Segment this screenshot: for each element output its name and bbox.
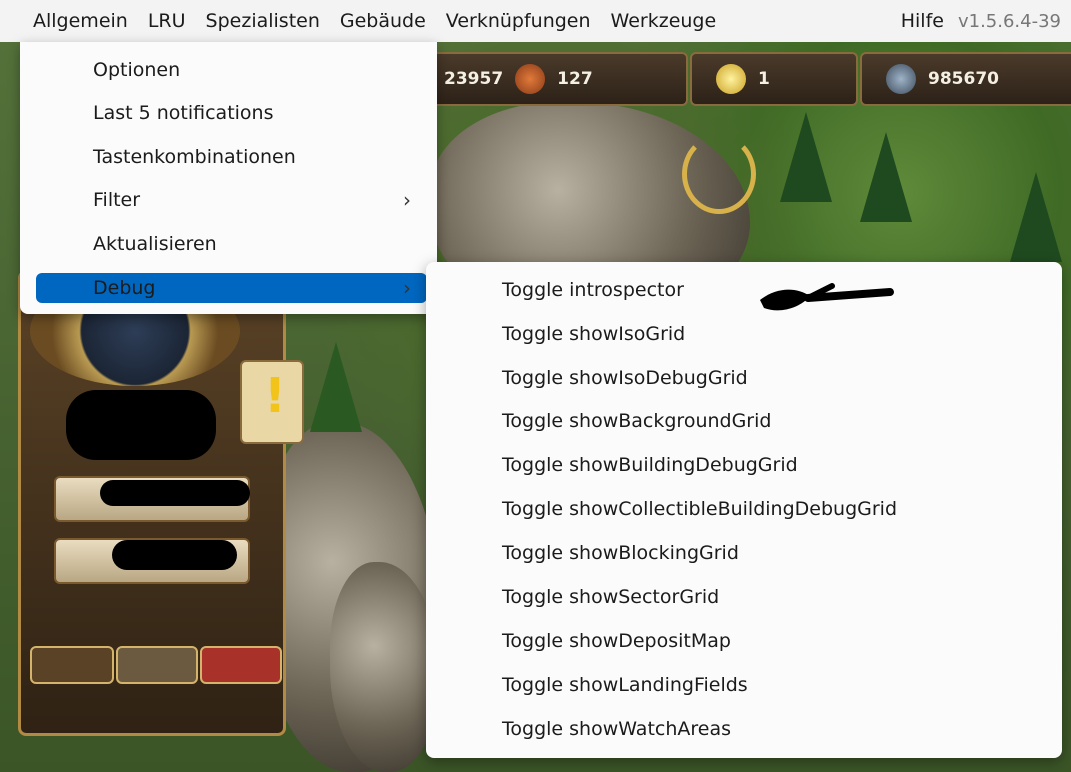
menu-item-label: Toggle showSectorGrid — [502, 586, 720, 608]
tree-icon — [780, 112, 832, 202]
tree-icon — [310, 342, 362, 432]
allgemein-dropdown: Optionen Last 5 notifications Tastenkomb… — [20, 42, 437, 314]
menu-item-toggle-showbuildingdebuggrid[interactable]: Toggle showBuildingDebugGrid — [426, 443, 1062, 487]
quest-scroll-icon[interactable]: ! — [240, 360, 304, 444]
house-icon — [515, 64, 546, 94]
menu-item-label: Toggle showLandingFields — [502, 674, 748, 696]
stars-value: 1 — [758, 69, 770, 89]
menu-item-label: Last 5 notifications — [93, 102, 274, 124]
menu-item-label: Filter — [93, 189, 141, 211]
chevron-right-icon: › — [403, 276, 411, 300]
menu-item-toggle-introspector[interactable]: Toggle introspector — [426, 268, 1062, 312]
menu-hilfe[interactable]: Hilfe — [891, 0, 954, 42]
menu-item-toggle-showdepositmap[interactable]: Toggle showDepositMap — [426, 619, 1062, 663]
redacted-rank — [100, 480, 250, 506]
menu-item-toggle-showwatchareas[interactable]: Toggle showWatchAreas — [426, 707, 1062, 751]
menu-allgemein[interactable]: Allgemein — [0, 0, 138, 42]
menu-item-toggle-showisodebuggrid[interactable]: Toggle showIsoDebugGrid — [426, 356, 1062, 400]
menubar: Allgemein LRU Spezialisten Gebäude Verkn… — [0, 0, 1071, 42]
menu-item-label: Toggle showDepositMap — [502, 630, 731, 652]
menu-item-toggle-showcollectiblebuildingdebuggrid[interactable]: Toggle showCollectibleBuildingDebugGrid — [426, 487, 1062, 531]
redacted-trophy — [112, 540, 237, 570]
redacted-name — [66, 390, 216, 460]
menu-item-toggle-showbackgroundgrid[interactable]: Toggle showBackgroundGrid — [426, 399, 1062, 443]
menu-item-label: Toggle showIsoDebugGrid — [502, 367, 748, 389]
menu-item-label: Toggle showWatchAreas — [502, 718, 732, 740]
menu-item-label: Toggle introspector — [502, 279, 684, 301]
menu-item-aktualisieren[interactable]: Aktualisieren — [20, 222, 437, 266]
buildings-value: 127 — [557, 69, 593, 89]
chevron-right-icon: › — [403, 188, 411, 212]
menu-item-label: Aktualisieren — [93, 233, 217, 255]
menu-item-filter[interactable]: Filter › — [20, 178, 437, 222]
menu-spezialisten[interactable]: Spezialisten — [196, 0, 330, 42]
tree-icon — [860, 132, 912, 222]
panel-settings-button[interactable] — [200, 646, 282, 684]
menu-item-toggle-showlandingfields[interactable]: Toggle showLandingFields — [426, 663, 1062, 707]
menu-item-label: Toggle showCollectibleBuildingDebugGrid — [502, 498, 898, 520]
menu-item-label: Tastenkombinationen — [93, 146, 296, 168]
debug-submenu: Toggle introspector Toggle showIsoGrid T… — [426, 262, 1062, 758]
sparkle-icon — [716, 64, 746, 94]
menu-verknuepfungen[interactable]: Verknüpfungen — [436, 0, 601, 42]
menu-item-label: Toggle showIsoGrid — [502, 323, 686, 345]
menu-item-toggle-showsectorgrid[interactable]: Toggle showSectorGrid — [426, 575, 1062, 619]
hammer-icon — [886, 64, 916, 94]
tools-value: 985670 — [928, 69, 999, 89]
menu-lru[interactable]: LRU — [138, 0, 196, 42]
tree-icon — [1010, 172, 1062, 262]
menu-item-label: Optionen — [93, 59, 181, 81]
resource-bar-tools: 985670 — [860, 52, 1071, 106]
version-label: v1.5.6.4-39 — [957, 10, 1061, 32]
laurel-wreath-icon — [682, 134, 756, 214]
population-value: 23957 — [444, 69, 504, 89]
menu-gebaeude[interactable]: Gebäude — [330, 0, 436, 42]
menu-item-toggle-showblockinggrid[interactable]: Toggle showBlockingGrid — [426, 531, 1062, 575]
menu-item-toggle-showisogrid[interactable]: Toggle showIsoGrid — [426, 312, 1062, 356]
menu-werkzeuge[interactable]: Werkzeuge — [601, 0, 727, 42]
menu-item-label: Debug — [93, 277, 156, 299]
panel-dropdown-button[interactable] — [30, 646, 114, 684]
menu-item-optionen[interactable]: Optionen — [20, 48, 437, 92]
panel-chat-button[interactable] — [116, 646, 198, 684]
resource-bar-population: 23957 127 — [430, 52, 688, 106]
menu-item-debug[interactable]: Debug › — [20, 266, 437, 310]
menu-item-last-5-notifications[interactable]: Last 5 notifications — [20, 91, 437, 135]
resource-bar-stars: 1 — [690, 52, 858, 106]
menu-item-label: Toggle showBuildingDebugGrid — [502, 454, 798, 476]
menu-item-label: Toggle showBackgroundGrid — [502, 410, 772, 432]
menu-item-tastenkombinationen[interactable]: Tastenkombinationen — [20, 135, 437, 179]
annotation-arrow-icon — [760, 283, 894, 311]
menu-item-label: Toggle showBlockingGrid — [502, 542, 739, 564]
